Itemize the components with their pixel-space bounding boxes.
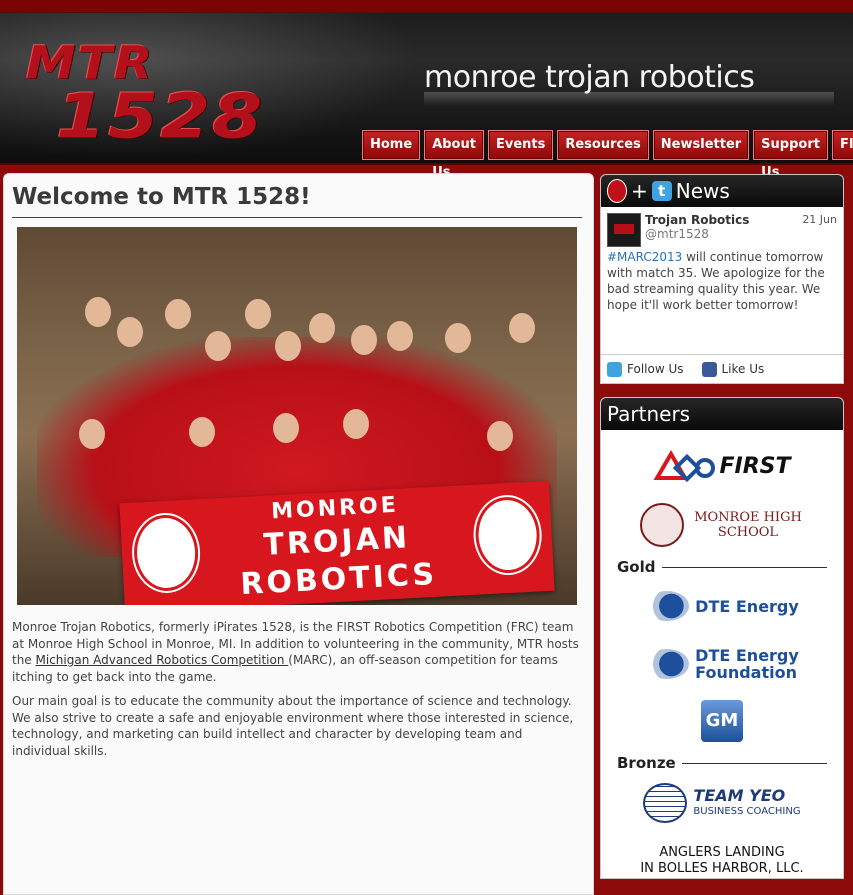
sponsor-gm[interactable]: GM <box>601 698 843 744</box>
tweet-avatar[interactable] <box>607 213 641 247</box>
twitter-icon[interactable] <box>607 361 622 377</box>
sponsor-team-yeo[interactable]: TEAM YEO BUSINESS COACHING <box>601 782 843 824</box>
team-member-head <box>245 299 271 329</box>
partners-title: Partners <box>607 402 691 426</box>
tier-bronze: Bronze <box>617 754 827 772</box>
nav-about-us[interactable]: About Us <box>424 130 484 180</box>
team-member-head <box>387 321 413 351</box>
team-banner: MONROE TROJAN ROBOTICS <box>119 480 555 605</box>
tweet-meta: Trojan Robotics @mtr1528 <box>645 213 802 247</box>
news-title: News <box>675 179 730 203</box>
dte-ball-icon <box>645 649 690 679</box>
team-member-head <box>79 419 105 449</box>
team-yeo-line2: BUSINESS COACHING <box>693 805 801 817</box>
team-photo: MONROE TROJAN ROBOTICS <box>17 227 577 605</box>
team-member-head <box>445 323 471 353</box>
first-logo-icon <box>654 450 716 483</box>
tier-divider <box>661 566 827 568</box>
team-member-head <box>343 409 369 439</box>
sponsor-monroe-hs[interactable]: MONROE HIGH SCHOOL <box>601 502 843 548</box>
like-us-link[interactable]: Like Us <box>722 362 765 376</box>
team-member-head <box>351 325 377 355</box>
monroe-hs-text: MONROE HIGH SCHOOL <box>694 510 802 540</box>
team-member-head <box>85 297 111 327</box>
tier-gold-label: Gold <box>617 558 656 576</box>
sponsor-dte-foundation[interactable]: DTE Energy Foundation <box>601 644 843 684</box>
tweet: Trojan Robotics @mtr1528 21 Jun <box>601 207 843 247</box>
twitter-icon: t <box>651 181 672 201</box>
news-box: + t News Trojan Robotics @mtr1528 21 Jun… <box>600 174 844 384</box>
title-divider <box>12 217 582 218</box>
team-member-head <box>275 331 301 361</box>
site-title-reflection <box>424 92 834 106</box>
partners-header: Partners <box>601 398 843 430</box>
dte-foundation-line2: Foundation <box>695 663 797 682</box>
team-member-head <box>487 421 513 451</box>
tier-divider <box>681 762 827 764</box>
follow-us-link[interactable]: Follow Us <box>627 362 684 376</box>
nav-newsletter[interactable]: Newsletter <box>652 130 750 160</box>
team-member-head <box>509 313 535 343</box>
anglers-line2: IN BOLLES HARBOR, LLC. <box>640 861 804 876</box>
tier-gold: Gold <box>617 558 827 576</box>
team-member-head <box>117 317 143 347</box>
tweet-text: #MARC2013 will continue tomorrow with ma… <box>601 247 843 313</box>
goal-paragraph: Our main goal is to educate the communit… <box>12 694 574 758</box>
marc-link[interactable]: Michigan Advanced Robotics Competition <box>36 653 289 667</box>
sponsor-first[interactable]: FIRST <box>601 446 843 486</box>
tweet-date[interactable]: 21 Jun <box>802 213 837 247</box>
news-footer: Follow Us Like Us <box>601 354 843 383</box>
nav-home[interactable]: Home <box>362 130 421 160</box>
anglers-line1: ANGLERS LANDING <box>659 845 785 860</box>
team-member-head <box>189 417 215 447</box>
nav-events[interactable]: Events <box>487 130 554 160</box>
dte-foundation-text: DTE Energy Foundation <box>695 647 799 681</box>
team-yeo-text: TEAM YEO BUSINESS COACHING <box>693 785 801 818</box>
main-content: Welcome to MTR 1528! MONROE TROJAN ROBOT… <box>3 173 594 895</box>
sponsor-dte-energy[interactable]: DTE Energy <box>601 588 843 624</box>
facebook-icon[interactable] <box>701 361 717 377</box>
news-header: + t News <box>601 175 843 207</box>
gm-logo: GM <box>701 700 743 742</box>
monroe-hs-seal-icon <box>640 503 684 547</box>
nav-first[interactable]: FIRST <box>831 130 853 160</box>
main-nav: Home About Us Events Resources Newslette… <box>362 130 853 180</box>
team-member-head <box>309 313 335 343</box>
nav-support-us[interactable]: Support Us <box>753 130 828 180</box>
first-logo-text: FIRST <box>719 453 791 479</box>
tier-bronze-label: Bronze <box>617 754 676 772</box>
nav-resources[interactable]: Resources <box>557 130 649 160</box>
team-member-head <box>273 413 299 443</box>
site-logo[interactable]: MTR 1528 <box>22 36 312 152</box>
dte-ball-icon <box>645 591 690 621</box>
site-title: monroe trojan robotics <box>424 60 755 95</box>
mascot-icon <box>607 179 627 203</box>
site-header: MTR 1528 monroe trojan robotics Home Abo… <box>0 0 853 180</box>
tweet-handle[interactable]: @mtr1528 <box>645 227 802 241</box>
partners-box: Partners FIRST MONROE HIGH SCHOOL Gold D… <box>600 397 844 879</box>
globe-icon <box>643 783 688 823</box>
tweet-author[interactable]: Trojan Robotics <box>645 213 802 227</box>
intro-paragraph: Monroe Trojan Robotics, formerly iPirate… <box>12 619 584 685</box>
team-member-head <box>165 299 191 329</box>
tweet-hashtag[interactable]: #MARC2013 <box>607 250 682 264</box>
logo-text-1528: 1528 <box>56 80 265 152</box>
team-yeo-line1: TEAM YEO <box>693 785 786 805</box>
dte-energy-text: DTE Energy <box>695 596 799 616</box>
page-title: Welcome to MTR 1528! <box>12 184 311 210</box>
plus-icon: + <box>631 179 648 203</box>
team-member-head <box>205 331 231 361</box>
